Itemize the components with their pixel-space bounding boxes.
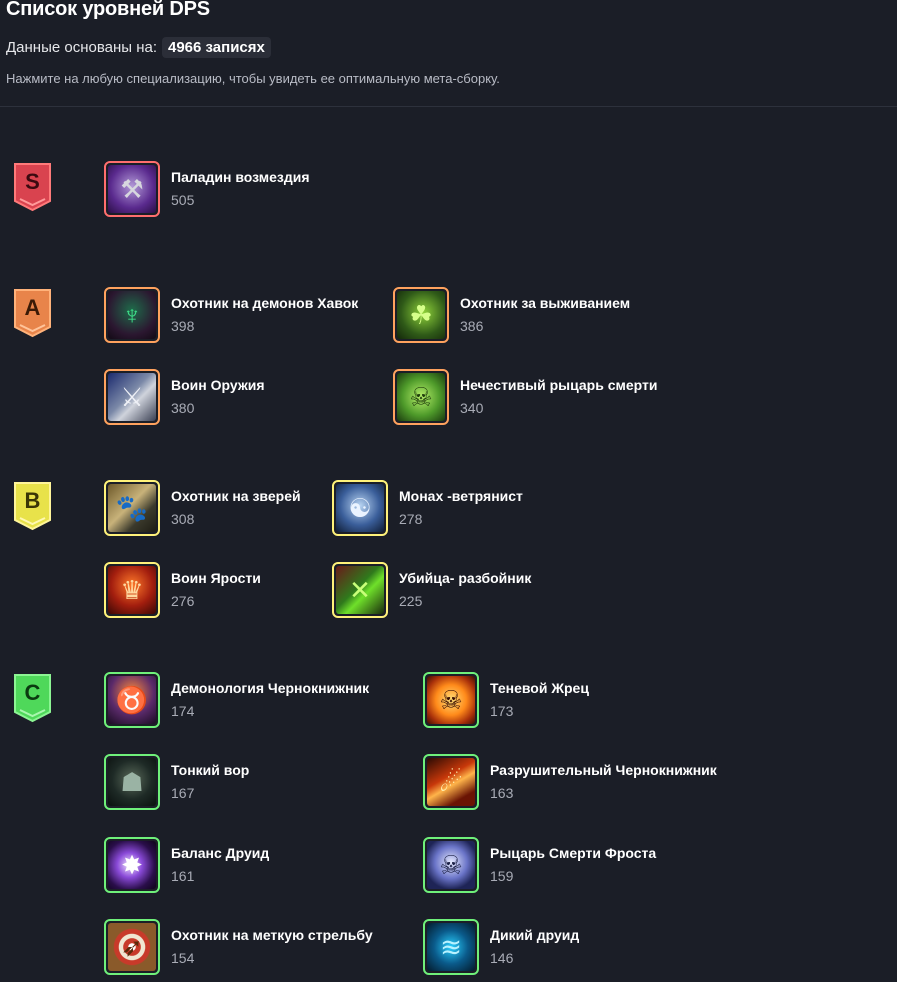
spec-card-beast-mastery-hunter[interactable]: 🐾 Охотник на зверей 308 xyxy=(104,480,301,536)
spec-card-marksmanship-hunter[interactable]: ➶ Охотник на меткую стрельбу 154 xyxy=(104,919,373,975)
spec-card-shadow-priest[interactable]: ☠ Теневой Жрец 173 xyxy=(423,672,589,728)
hammer-icon: ⚒ xyxy=(104,161,160,217)
claw-icon: ≋ xyxy=(423,919,479,975)
spec-count: 505 xyxy=(171,192,195,208)
spec-count: 167 xyxy=(171,785,195,801)
data-basis-label: Данные основаны на: xyxy=(6,39,157,56)
spec-count: 340 xyxy=(460,400,484,416)
tier-c-badge: C xyxy=(13,673,52,723)
axe-icon: ⚔ xyxy=(104,369,160,425)
spec-card-frost-death-knight[interactable]: ☠ Рыцарь Смерти Фроста 159 xyxy=(423,837,656,893)
spec-count: 163 xyxy=(490,785,514,801)
spec-count: 173 xyxy=(490,703,514,719)
spec-card-survival-hunter[interactable]: ☘ Охотник за выживанием 386 xyxy=(393,287,630,343)
spec-name: Нечестивый рыцарь смерти xyxy=(460,377,658,393)
spec-name: Убийца- разбойник xyxy=(399,570,532,586)
spec-count: 225 xyxy=(399,593,423,609)
fire-rain-icon: ☄ xyxy=(423,754,479,810)
spec-card-demonology-warlock[interactable]: ♉ Демонология Чернокнижник 174 xyxy=(104,672,369,728)
spec-name: Монах -ветрянист xyxy=(399,488,523,504)
spec-count: 398 xyxy=(171,318,195,334)
starfall-icon: ✸ xyxy=(104,837,160,893)
spec-name: Воин Ярости xyxy=(171,570,261,586)
spec-name: Охотник на зверей xyxy=(171,488,301,504)
spec-name: Воин Оружия xyxy=(171,377,265,393)
spec-count: 174 xyxy=(171,703,195,719)
target-icon: ➶ xyxy=(104,919,160,975)
spec-name: Охотник за выживанием xyxy=(460,295,631,311)
spec-count: 278 xyxy=(399,511,423,527)
spec-name: Охотник на демонов Хавок xyxy=(171,295,359,311)
hooded-rogue-icon: ☗ xyxy=(104,754,160,810)
spec-count: 380 xyxy=(171,400,195,416)
spec-card-windwalker-monk[interactable]: ☯ Монах -ветрянист 278 xyxy=(332,480,523,536)
beast-icon: 🐾 xyxy=(104,480,160,536)
spec-card-fury-warrior[interactable]: ♛ Воин Ярости 276 xyxy=(104,562,261,618)
spec-count: 154 xyxy=(171,950,195,966)
page-header: Список уровней DPS Данные основаны на: 4… xyxy=(0,0,897,107)
tier-letter: C xyxy=(24,680,41,705)
tier-letter: S xyxy=(25,169,40,194)
spec-count: 386 xyxy=(460,318,484,334)
spec-name: Рыцарь Смерти Фроста xyxy=(490,845,657,861)
spec-name: Демонология Чернокнижник xyxy=(171,680,370,696)
spec-card-havoc-demon-hunter[interactable]: ♆ Охотник на демонов Хавок 398 xyxy=(104,287,358,343)
spec-name: Разрушительный Чернокнижник xyxy=(490,762,717,778)
spec-card-balance-druid[interactable]: ✸ Баланс Друид 161 xyxy=(104,837,269,893)
frost-skull-icon: ☠ xyxy=(423,837,479,893)
spec-count: 308 xyxy=(171,511,195,527)
spec-count: 159 xyxy=(490,868,514,884)
spec-name: Баланс Друид xyxy=(171,845,270,861)
spec-count: 146 xyxy=(490,950,514,966)
data-basis: Данные основаны на: 4966 записях xyxy=(6,37,271,58)
fury-icon: ♛ xyxy=(104,562,160,618)
instruction-text: Нажмите на любую специализацию, чтобы ув… xyxy=(6,71,500,86)
spec-name: Охотник на меткую стрельбу xyxy=(171,927,373,943)
ghoul-icon: ☠ xyxy=(393,369,449,425)
spec-card-retribution-paladin[interactable]: ⚒ Паладин возмездия 505 xyxy=(104,161,310,217)
spec-card-feral-druid[interactable]: ≋ Дикий друид 146 xyxy=(423,919,579,975)
tier-letter: B xyxy=(24,488,41,513)
spec-name: Дикий друид xyxy=(490,927,580,943)
records-count-badge: 4966 записях xyxy=(162,37,271,58)
tier-letter: A xyxy=(24,295,41,320)
spec-count: 276 xyxy=(171,593,195,609)
spec-card-subtlety-rogue[interactable]: ☗ Тонкий вор 167 xyxy=(104,754,249,810)
tier-b-badge: B xyxy=(13,481,52,531)
spec-card-assassination-rogue[interactable]: ✕ Убийца- разбойник 225 xyxy=(332,562,531,618)
spec-card-destruction-warlock[interactable]: ☄ Разрушительный Чернокнижник 163 xyxy=(423,754,717,810)
daggers-icon: ✕ xyxy=(332,562,388,618)
windwalker-icon: ☯ xyxy=(332,480,388,536)
shadow-skull-icon: ☠ xyxy=(423,672,479,728)
tier-a-badge: A xyxy=(13,288,52,338)
spec-name: Тонкий вор xyxy=(171,762,250,778)
demonology-icon: ♉ xyxy=(104,672,160,728)
spec-card-arms-warrior[interactable]: ⚔ Воин Оружия 380 xyxy=(104,369,265,425)
spec-count: 161 xyxy=(171,868,195,884)
spec-card-unholy-death-knight[interactable]: ☠ Нечестивый рыцарь смерти 340 xyxy=(393,369,657,425)
demon-hunter-icon: ♆ xyxy=(104,287,160,343)
page-title: Список уровней DPS xyxy=(6,0,210,20)
spec-name: Теневой Жрец xyxy=(490,680,589,696)
spec-name: Паладин возмездия xyxy=(171,169,310,185)
tier-s-badge: S xyxy=(13,162,52,212)
survival-hunter-icon: ☘ xyxy=(393,287,449,343)
